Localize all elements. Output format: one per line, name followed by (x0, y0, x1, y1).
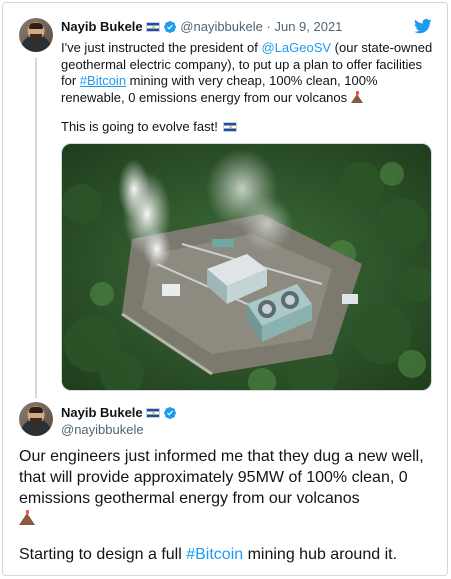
el-salvador-flag-icon (223, 122, 238, 132)
tweet-date[interactable]: Jun 9, 2021 (274, 19, 342, 34)
author-handle[interactable]: @nayibbukele (61, 421, 177, 438)
tweet-header: Nayib Bukele @nayibbukele · Jun 9, 2021 (61, 19, 342, 34)
tweet-text-part: mining hub around it. (243, 546, 398, 563)
twitter-bird-icon[interactable] (413, 17, 433, 35)
tweet-text-part: Starting to design a full (19, 546, 187, 563)
verified-badge-icon (163, 407, 176, 419)
tweet-text-part: This is going to evolve fast! (61, 119, 218, 134)
tweet-header: Nayib Bukele @nayibbukele (61, 404, 177, 438)
hashtag-link[interactable]: #Bitcoin (80, 73, 126, 88)
tweet-text-part: Our engineers just informed me that they… (19, 448, 424, 507)
el-salvador-flag-icon (145, 22, 160, 32)
tweet-text-part: I've just instructed the president of (61, 40, 262, 55)
reply-tweet-text-line2: Starting to design a full #Bitcoin minin… (19, 546, 397, 564)
reply-tweet-text: Our engineers just informed me that they… (19, 446, 444, 530)
separator: · (266, 19, 271, 34)
el-salvador-flag-icon (145, 408, 160, 418)
tweet-card: Nayib Bukele @nayibbukele · Jun 9, 2021 … (2, 2, 448, 576)
volcano-emoji-icon (350, 90, 364, 103)
hashtag-link[interactable]: #Bitcoin (186, 546, 243, 563)
author-handle[interactable]: @nayibbukele (180, 19, 263, 34)
avatar[interactable] (19, 18, 53, 52)
geothermal-plant-photo[interactable] (61, 143, 432, 391)
volcano-emoji-icon (19, 510, 36, 525)
verified-badge-icon (163, 21, 176, 33)
tweet-text-line2: This is going to evolve fast! (61, 119, 238, 134)
tweet-text: I've just instructed the president of @L… (61, 40, 433, 106)
mention-link[interactable]: @LaGeoSV (261, 40, 331, 55)
avatar[interactable] (19, 402, 53, 436)
thread-line (35, 58, 37, 398)
author-name[interactable]: Nayib Bukele (61, 405, 143, 420)
author-name[interactable]: Nayib Bukele (61, 19, 143, 34)
